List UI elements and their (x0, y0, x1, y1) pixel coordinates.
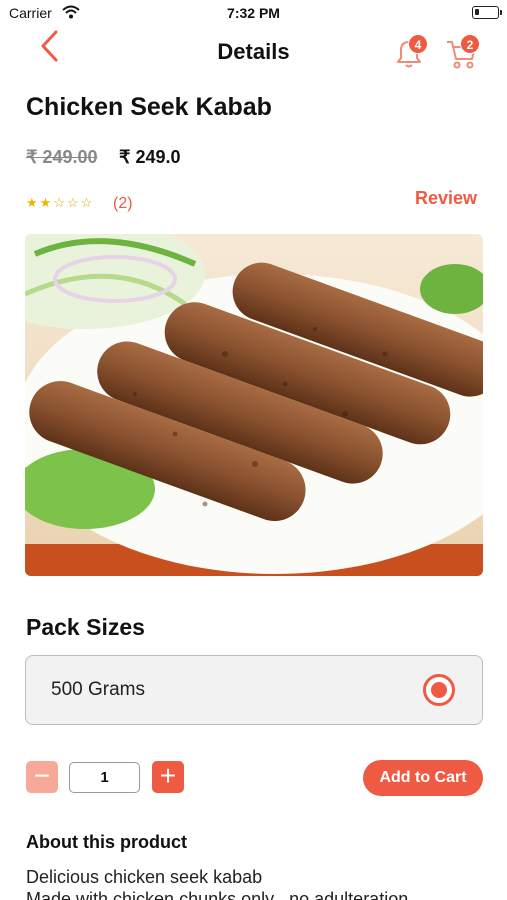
about-heading: About this product (26, 832, 187, 852)
notifications-button[interactable]: 4 (390, 32, 430, 72)
star-empty-icon: ☆ (80, 195, 93, 210)
star-empty-icon: ☆ (53, 195, 65, 210)
star-filled-icon: ★ (39, 195, 52, 210)
status-time: 7:32 PM (227, 5, 280, 21)
quantity-increment-button[interactable]: + (152, 761, 184, 793)
quantity-decrement-button[interactable]: − (26, 761, 58, 793)
star-empty-icon: ☆ (66, 195, 79, 210)
product-image (25, 234, 483, 576)
rating-stars: ★ ★ ☆ ☆ ☆ (26, 196, 92, 210)
product-title: Chicken Seek Kabab (26, 93, 272, 121)
radio-selected-icon (423, 674, 455, 706)
pack-option-label: 500 Grams (51, 679, 145, 700)
about-description-line: Delicious chicken seek kabab (26, 867, 263, 887)
add-to-cart-button[interactable]: Add to Cart (363, 760, 483, 796)
current-price: ₹ 249.0 (119, 147, 181, 167)
pack-sizes-heading: Pack Sizes (26, 614, 145, 640)
cart-badge: 2 (460, 34, 480, 54)
rating-count: (2) (113, 195, 133, 212)
notifications-badge: 4 (408, 34, 428, 54)
about-description-line: Made with chicken chunks only , no adult… (26, 889, 409, 900)
review-link[interactable]: Review (415, 188, 477, 209)
pack-option-500g[interactable]: 500 Grams (25, 655, 483, 725)
cart-button[interactable]: 2 (442, 32, 482, 72)
page-title: Details (217, 39, 290, 64)
quantity-input[interactable] (69, 762, 140, 793)
star-filled-icon: ★ (26, 195, 38, 210)
battery-icon (472, 6, 502, 19)
status-bar: Carrier 7:32 PM (0, 0, 507, 28)
original-price: ₹ 249.00 (26, 147, 98, 167)
